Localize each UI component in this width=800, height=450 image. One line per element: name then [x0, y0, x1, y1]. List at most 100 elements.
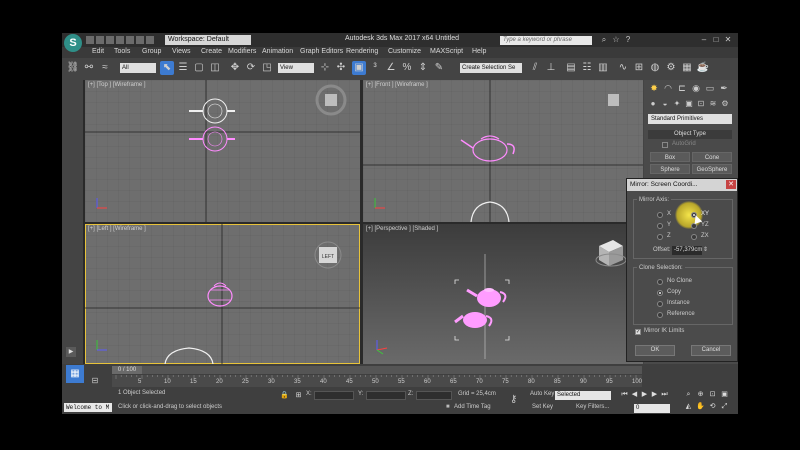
viewport-left[interactable]: LEFT [+] [Left ] [Wireframe ] [85, 224, 360, 364]
viewcube-perspective[interactable] [595, 240, 627, 267]
named-selection-sets-dropdown[interactable]: Create Selection Se [460, 63, 522, 73]
open-file-icon[interactable] [96, 36, 104, 44]
go-to-start-icon[interactable]: ⏮ [620, 390, 629, 399]
zoom-extents-icon[interactable]: ⊡ [708, 390, 717, 399]
axis-x-radio[interactable] [657, 212, 663, 218]
mirror-ik-checkbox[interactable]: ✓ [635, 329, 641, 335]
pan-icon[interactable]: ✋ [696, 402, 705, 411]
material-editor-icon[interactable]: ◍ [648, 61, 662, 75]
zoom-extents-all-icon[interactable]: ▣ [720, 390, 729, 399]
offset-spinner-icon[interactable]: ⇕ [703, 246, 708, 253]
autogrid-checkbox[interactable] [662, 142, 668, 148]
sphere-button[interactable]: Sphere [650, 164, 690, 174]
workspace-dropdown[interactable]: Workspace: Default [165, 35, 251, 45]
minimize-icon[interactable]: – [698, 34, 710, 45]
search-icon[interactable]: ⌕ [598, 34, 610, 45]
copy-radio[interactable] [657, 290, 663, 296]
play-icon[interactable]: ▶ [640, 390, 649, 399]
edit-named-selections-icon[interactable]: ✎ [432, 61, 446, 75]
hold-icon[interactable] [136, 36, 144, 44]
spinner-snap-icon[interactable]: ⇕ [416, 61, 430, 75]
scale-icon[interactable]: ◳ [260, 61, 274, 75]
cone-button[interactable]: Cone [692, 152, 732, 162]
bind-space-warp-icon[interactable]: ≈ [98, 61, 112, 75]
set-key-button[interactable]: Set Key [532, 404, 553, 410]
lock-selection-icon[interactable]: 🔒 [280, 391, 289, 400]
selection-filter-dropdown[interactable]: All [120, 63, 156, 73]
viewport-layout-tab-icon[interactable]: ▶ [66, 347, 76, 357]
viewport-label-left[interactable]: [+] [Left ] [Wireframe ] [88, 226, 146, 232]
align-icon[interactable]: ⊥ [544, 61, 558, 75]
menu-rendering[interactable]: Rendering [346, 48, 378, 55]
close-icon[interactable]: ✕ [726, 180, 736, 189]
viewport-label-perspective[interactable]: [+] [Perspective ] [Shaded ] [366, 226, 438, 232]
angle-snap-icon[interactable]: ∠ [384, 61, 398, 75]
modify-tab-icon[interactable]: ◠ [662, 82, 674, 94]
no-clone-radio[interactable] [657, 279, 663, 285]
track-bar[interactable]: 5 10 15 20 25 30 35 40 45 50 55 60 65 70 75 80 85 90 95 100 [112, 375, 642, 387]
maximize-viewport-icon[interactable]: ⤢ [720, 402, 729, 411]
display-tab-icon[interactable]: ▭ [704, 82, 716, 94]
viewport-front[interactable]: [+] [Front ] [Wireframe ] [363, 80, 643, 222]
go-to-end-icon[interactable]: ⏭ [660, 390, 669, 399]
menu-views[interactable]: Views [172, 48, 191, 55]
reference-radio[interactable] [657, 312, 663, 318]
hierarchy-tab-icon[interactable]: ⊏ [676, 82, 688, 94]
maxscript-mini-listener-icon[interactable]: ▦ [66, 365, 84, 383]
cameras-icon[interactable]: ▣ [684, 99, 694, 109]
current-frame-field[interactable]: 0 [634, 404, 670, 413]
offset-field[interactable]: -57,379cm [672, 246, 702, 255]
absolute-mode-icon[interactable]: ⊞ [294, 391, 303, 400]
zoom-all-icon[interactable]: ⊕ [696, 390, 705, 399]
z-coordinate-field[interactable] [416, 391, 452, 400]
move-icon[interactable]: ✥ [228, 61, 242, 75]
new-file-icon[interactable] [86, 36, 94, 44]
axis-y-radio[interactable] [657, 223, 663, 229]
render-setup-icon[interactable]: ⚙ [664, 61, 678, 75]
menu-graph-editors[interactable]: Graph Editors [300, 48, 343, 55]
menu-modifiers[interactable]: Modifiers [228, 48, 256, 55]
field-of-view-icon[interactable]: ◭ [684, 402, 693, 411]
undo-icon[interactable] [116, 36, 124, 44]
x-coordinate-field[interactable] [314, 391, 354, 400]
viewport-label-top[interactable]: [+] [Top ] [Wireframe ] [88, 82, 146, 88]
geosphere-button[interactable]: GeoSphere [692, 164, 732, 174]
menu-help[interactable]: Help [472, 48, 486, 55]
maxscript-listener[interactable]: Welcome to M [64, 403, 112, 412]
link-icon[interactable]: ⛓ [66, 61, 80, 75]
box-button[interactable]: Box [650, 152, 690, 162]
keyboard-shortcut-override-icon[interactable]: ▣ [352, 61, 366, 75]
menu-tools[interactable]: Tools [114, 48, 130, 55]
next-frame-icon[interactable]: ▶ [650, 390, 659, 399]
add-time-tag-button[interactable]: Add Time Tag [454, 404, 491, 410]
schematic-view-icon[interactable]: ⊞ [632, 61, 646, 75]
rendered-frame-window-icon[interactable]: ▦ [680, 61, 694, 75]
teapot-pink-mirror-perspective[interactable] [454, 312, 493, 328]
create-tab-icon[interactable]: ✸ [648, 82, 660, 94]
object-category-dropdown[interactable]: Standard Primitives [648, 114, 732, 124]
window-crossing-icon[interactable]: ◫ [208, 61, 222, 75]
communication-center-icon[interactable]: ☆ [610, 34, 622, 45]
percent-snap-icon[interactable]: % [400, 61, 414, 75]
menu-animation[interactable]: Animation [262, 48, 293, 55]
help-icon[interactable]: ? [622, 34, 634, 45]
utilities-tab-icon[interactable]: ✒ [718, 82, 730, 94]
ribbon-icon[interactable]: ▥ [596, 61, 610, 75]
space-warps-icon[interactable]: ≋ [708, 99, 718, 109]
scene-explorer-icon[interactable]: ▤ [564, 61, 578, 75]
mirror-icon[interactable]: ⫽ [528, 61, 542, 75]
axis-z-radio[interactable] [657, 234, 663, 240]
viewcube-front[interactable] [608, 94, 619, 106]
reference-coordinate-dropdown[interactable]: View [278, 63, 314, 73]
layer-explorer-icon[interactable]: ☷ [580, 61, 594, 75]
project-folder-icon[interactable] [146, 36, 154, 44]
geometry-icon[interactable]: ● [648, 99, 658, 109]
viewport-perspective[interactable]: [+] [Perspective ] [Shaded ] [363, 224, 643, 364]
search-input[interactable]: Type a keyword or phrase [500, 36, 592, 45]
shapes-icon[interactable]: ◒ [660, 99, 670, 109]
systems-icon[interactable]: ⚙ [720, 99, 730, 109]
time-slider[interactable]: 0 / 100 [112, 366, 642, 374]
pivot-center-icon[interactable]: ⊹ [318, 61, 332, 75]
zoom-icon[interactable]: ⌕ [684, 390, 693, 399]
instance-radio[interactable] [657, 301, 663, 307]
